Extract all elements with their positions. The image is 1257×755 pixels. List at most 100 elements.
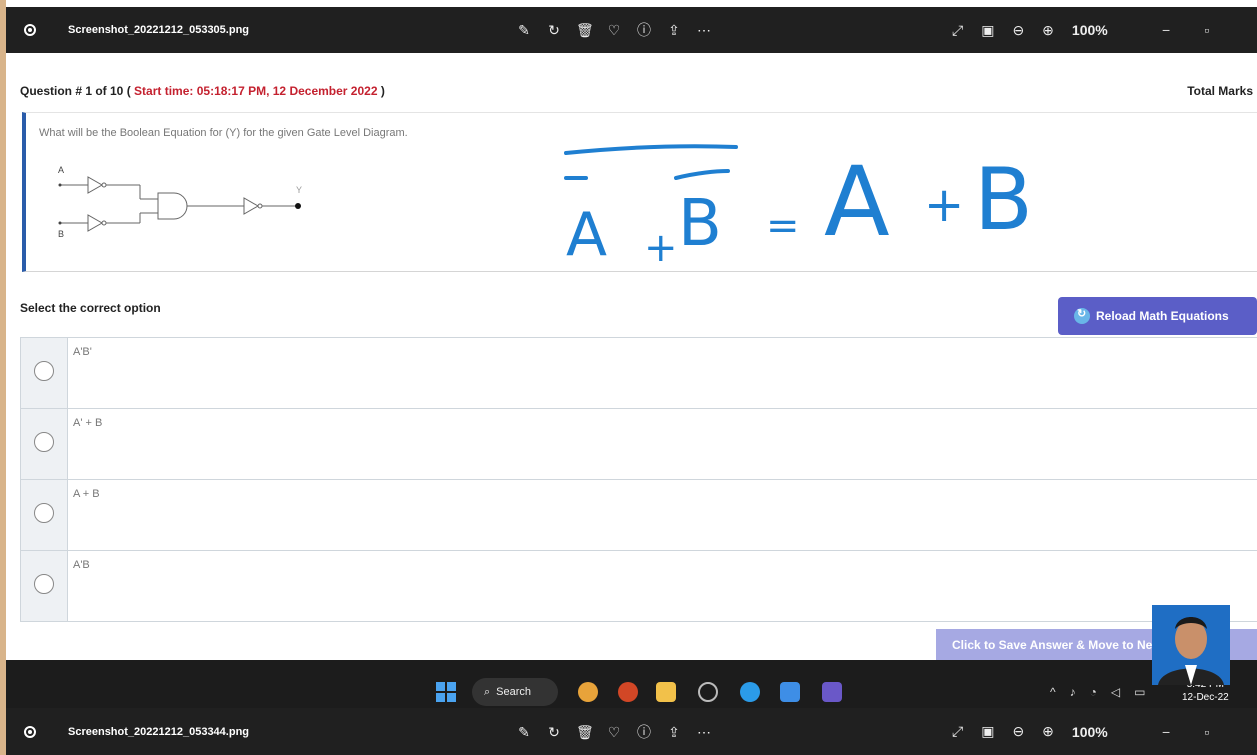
ink-lhs-plus: + bbox=[644, 225, 678, 271]
option-3[interactable]: A + B bbox=[20, 479, 1257, 550]
zoom-in-icon[interactable]: ⊕ bbox=[1042, 22, 1054, 39]
zoom-out-icon[interactable]: ⊖ bbox=[1012, 22, 1024, 39]
option-radio-cell bbox=[21, 480, 68, 550]
fullscreen-icon[interactable]: ⤢ bbox=[952, 22, 963, 39]
header-paren: ) bbox=[380, 84, 385, 98]
radio-button[interactable] bbox=[34, 432, 54, 452]
wifi-icon[interactable]: ◔ bbox=[1090, 685, 1097, 699]
option-2[interactable]: A' + B bbox=[20, 408, 1257, 479]
zoom-level: 100% bbox=[1071, 22, 1108, 38]
gate-label-b: B bbox=[58, 229, 64, 239]
file-explorer-icon[interactable] bbox=[656, 682, 676, 702]
rotate-icon[interactable]: ↻ bbox=[546, 724, 562, 740]
ink-lhs-a: A bbox=[566, 200, 607, 270]
ink-lhs-b: B bbox=[678, 187, 722, 261]
mic-icon[interactable]: ♪ bbox=[1070, 685, 1076, 699]
radio-button[interactable] bbox=[34, 503, 54, 523]
zoom-in-icon[interactable]: ⊕ bbox=[1042, 723, 1054, 740]
photos-icon[interactable] bbox=[780, 682, 800, 702]
info-icon[interactable]: ⓘ bbox=[636, 22, 652, 38]
more-icon[interactable]: ⋯ bbox=[696, 724, 712, 740]
ink-rhs-a: A bbox=[824, 146, 890, 258]
system-tray: ^ ♪ ◔ ◁ ▭ bbox=[1050, 685, 1145, 699]
option-text: A + B bbox=[73, 488, 100, 500]
minimize-icon[interactable]: − bbox=[1162, 724, 1170, 740]
viewer-toolbar: ✎ ↻ 🗑 ♡ ⓘ ⇪ ⋯ bbox=[516, 22, 712, 38]
clock-date: 12-Dec-22 bbox=[1182, 692, 1229, 703]
more-icon[interactable]: ⋯ bbox=[696, 22, 712, 38]
gate-label-a: A bbox=[58, 165, 64, 175]
windows-start-icon[interactable] bbox=[436, 682, 456, 702]
radio-button[interactable] bbox=[34, 361, 54, 381]
screenshot-frame: Screenshot_20221212_053305.png ✎ ↻ 🗑 ♡ ⓘ… bbox=[6, 0, 1257, 755]
option-text: A'B' bbox=[73, 346, 92, 358]
browser-app-icon[interactable] bbox=[578, 682, 598, 702]
share-icon[interactable]: ⇪ bbox=[666, 22, 682, 38]
delete-icon[interactable]: 🗑 bbox=[576, 724, 594, 740]
window-controls: − ▫ bbox=[1162, 22, 1209, 38]
chatgpt-icon[interactable] bbox=[698, 682, 718, 702]
viewer-toolbar: ✎ ↻ 🗑 ♡ ⓘ ⇪ ⋯ bbox=[516, 724, 712, 740]
photo-viewer-titlebar: Screenshot_20221212_053305.png ✎ ↻ 🗑 ♡ ⓘ… bbox=[6, 7, 1257, 53]
radio-button[interactable] bbox=[34, 574, 54, 594]
photo-viewer-titlebar-2: Screenshot_20221212_053344.png ✎ ↻ 🗑 ♡ ⓘ… bbox=[6, 708, 1257, 755]
delete-icon[interactable]: 🗑 bbox=[576, 22, 594, 38]
window-controls: − ▫ bbox=[1162, 724, 1209, 740]
option-radio-cell bbox=[21, 409, 68, 479]
reload-icon bbox=[1074, 307, 1090, 324]
option-radio-cell bbox=[21, 551, 68, 621]
option-text: A' + B bbox=[73, 417, 103, 429]
option-text: A'B bbox=[73, 559, 90, 571]
fit-icon[interactable]: ▣ bbox=[981, 22, 994, 39]
select-label: Select the correct option bbox=[20, 301, 161, 315]
option-4[interactable]: A'B bbox=[20, 550, 1257, 622]
favorite-icon[interactable]: ♡ bbox=[606, 22, 622, 38]
zoom-out-icon[interactable]: ⊖ bbox=[1012, 723, 1024, 740]
chevron-up-icon[interactable]: ^ bbox=[1050, 685, 1056, 699]
filename: Screenshot_20221212_053344.png bbox=[68, 725, 250, 738]
restore-icon[interactable]: ▫ bbox=[1204, 724, 1209, 740]
edit-icon[interactable]: ✎ bbox=[516, 724, 532, 740]
volume-icon[interactable]: ◁ bbox=[1111, 685, 1120, 699]
fullscreen-icon[interactable]: ⤢ bbox=[952, 723, 963, 740]
windows-taskbar: ⌕ Search ^ ♪ ◔ ◁ ▭ 5:42 PM 12-Dec-22 bbox=[6, 660, 1257, 708]
favorite-icon[interactable]: ♡ bbox=[606, 724, 622, 740]
app-icon[interactable] bbox=[822, 682, 842, 702]
restore-icon[interactable]: ▫ bbox=[1204, 22, 1209, 38]
zoom-level: 100% bbox=[1071, 723, 1108, 740]
gate-label-y: Y bbox=[296, 185, 302, 195]
share-icon[interactable]: ⇪ bbox=[666, 724, 682, 740]
webcam-avatar bbox=[1152, 605, 1230, 685]
ink-rhs-b: B bbox=[974, 150, 1033, 250]
powerpoint-icon[interactable] bbox=[618, 682, 638, 702]
handwritten-annotation: A + B = A + B bbox=[564, 144, 1033, 271]
battery-icon[interactable]: ▭ bbox=[1134, 685, 1145, 699]
exam-page: Question # 1 of 10 ( Start time: 05:18:1… bbox=[6, 53, 1257, 660]
option-1[interactable]: A'B' bbox=[20, 337, 1257, 408]
start-time: Start time: 05:18:17 PM, 12 December 202… bbox=[134, 84, 378, 98]
photos-app-icon bbox=[24, 725, 36, 738]
photos-app-icon bbox=[24, 24, 36, 36]
rotate-icon[interactable]: ↻ bbox=[546, 22, 562, 38]
taskbar-search[interactable]: ⌕ Search bbox=[472, 678, 558, 706]
question-text: What will be the Boolean Equation for (Y… bbox=[39, 127, 408, 139]
viewer-right-toolbar: ⤢ ▣ ⊖ ⊕ 100% bbox=[952, 723, 1108, 740]
filename: Screenshot_20221212_053305.png bbox=[68, 24, 250, 36]
ink-equals: = bbox=[766, 203, 800, 249]
reload-label: Reload Math Equations bbox=[1096, 309, 1229, 323]
edit-icon[interactable]: ✎ bbox=[516, 22, 532, 38]
search-icon: ⌕ bbox=[484, 685, 491, 698]
fit-icon[interactable]: ▣ bbox=[981, 723, 994, 740]
viewer-right-toolbar: ⤢ ▣ ⊖ ⊕ 100% bbox=[952, 22, 1108, 39]
edge-icon[interactable] bbox=[740, 682, 760, 702]
reload-math-button[interactable]: Reload Math Equations bbox=[1058, 297, 1257, 335]
total-marks: Total Marks bbox=[1187, 84, 1253, 98]
options-list: A'B' A' + B A + B A'B bbox=[20, 337, 1257, 622]
info-icon[interactable]: ⓘ bbox=[636, 724, 652, 740]
gate-diagram: A B Y bbox=[58, 165, 302, 239]
minimize-icon[interactable]: − bbox=[1162, 22, 1170, 38]
question-header: Question # 1 of 10 ( Start time: 05:18:1… bbox=[20, 84, 385, 98]
question-number: Question # 1 of 10 ( bbox=[20, 84, 131, 98]
search-label: Search bbox=[496, 686, 532, 698]
option-radio-cell bbox=[21, 338, 68, 408]
